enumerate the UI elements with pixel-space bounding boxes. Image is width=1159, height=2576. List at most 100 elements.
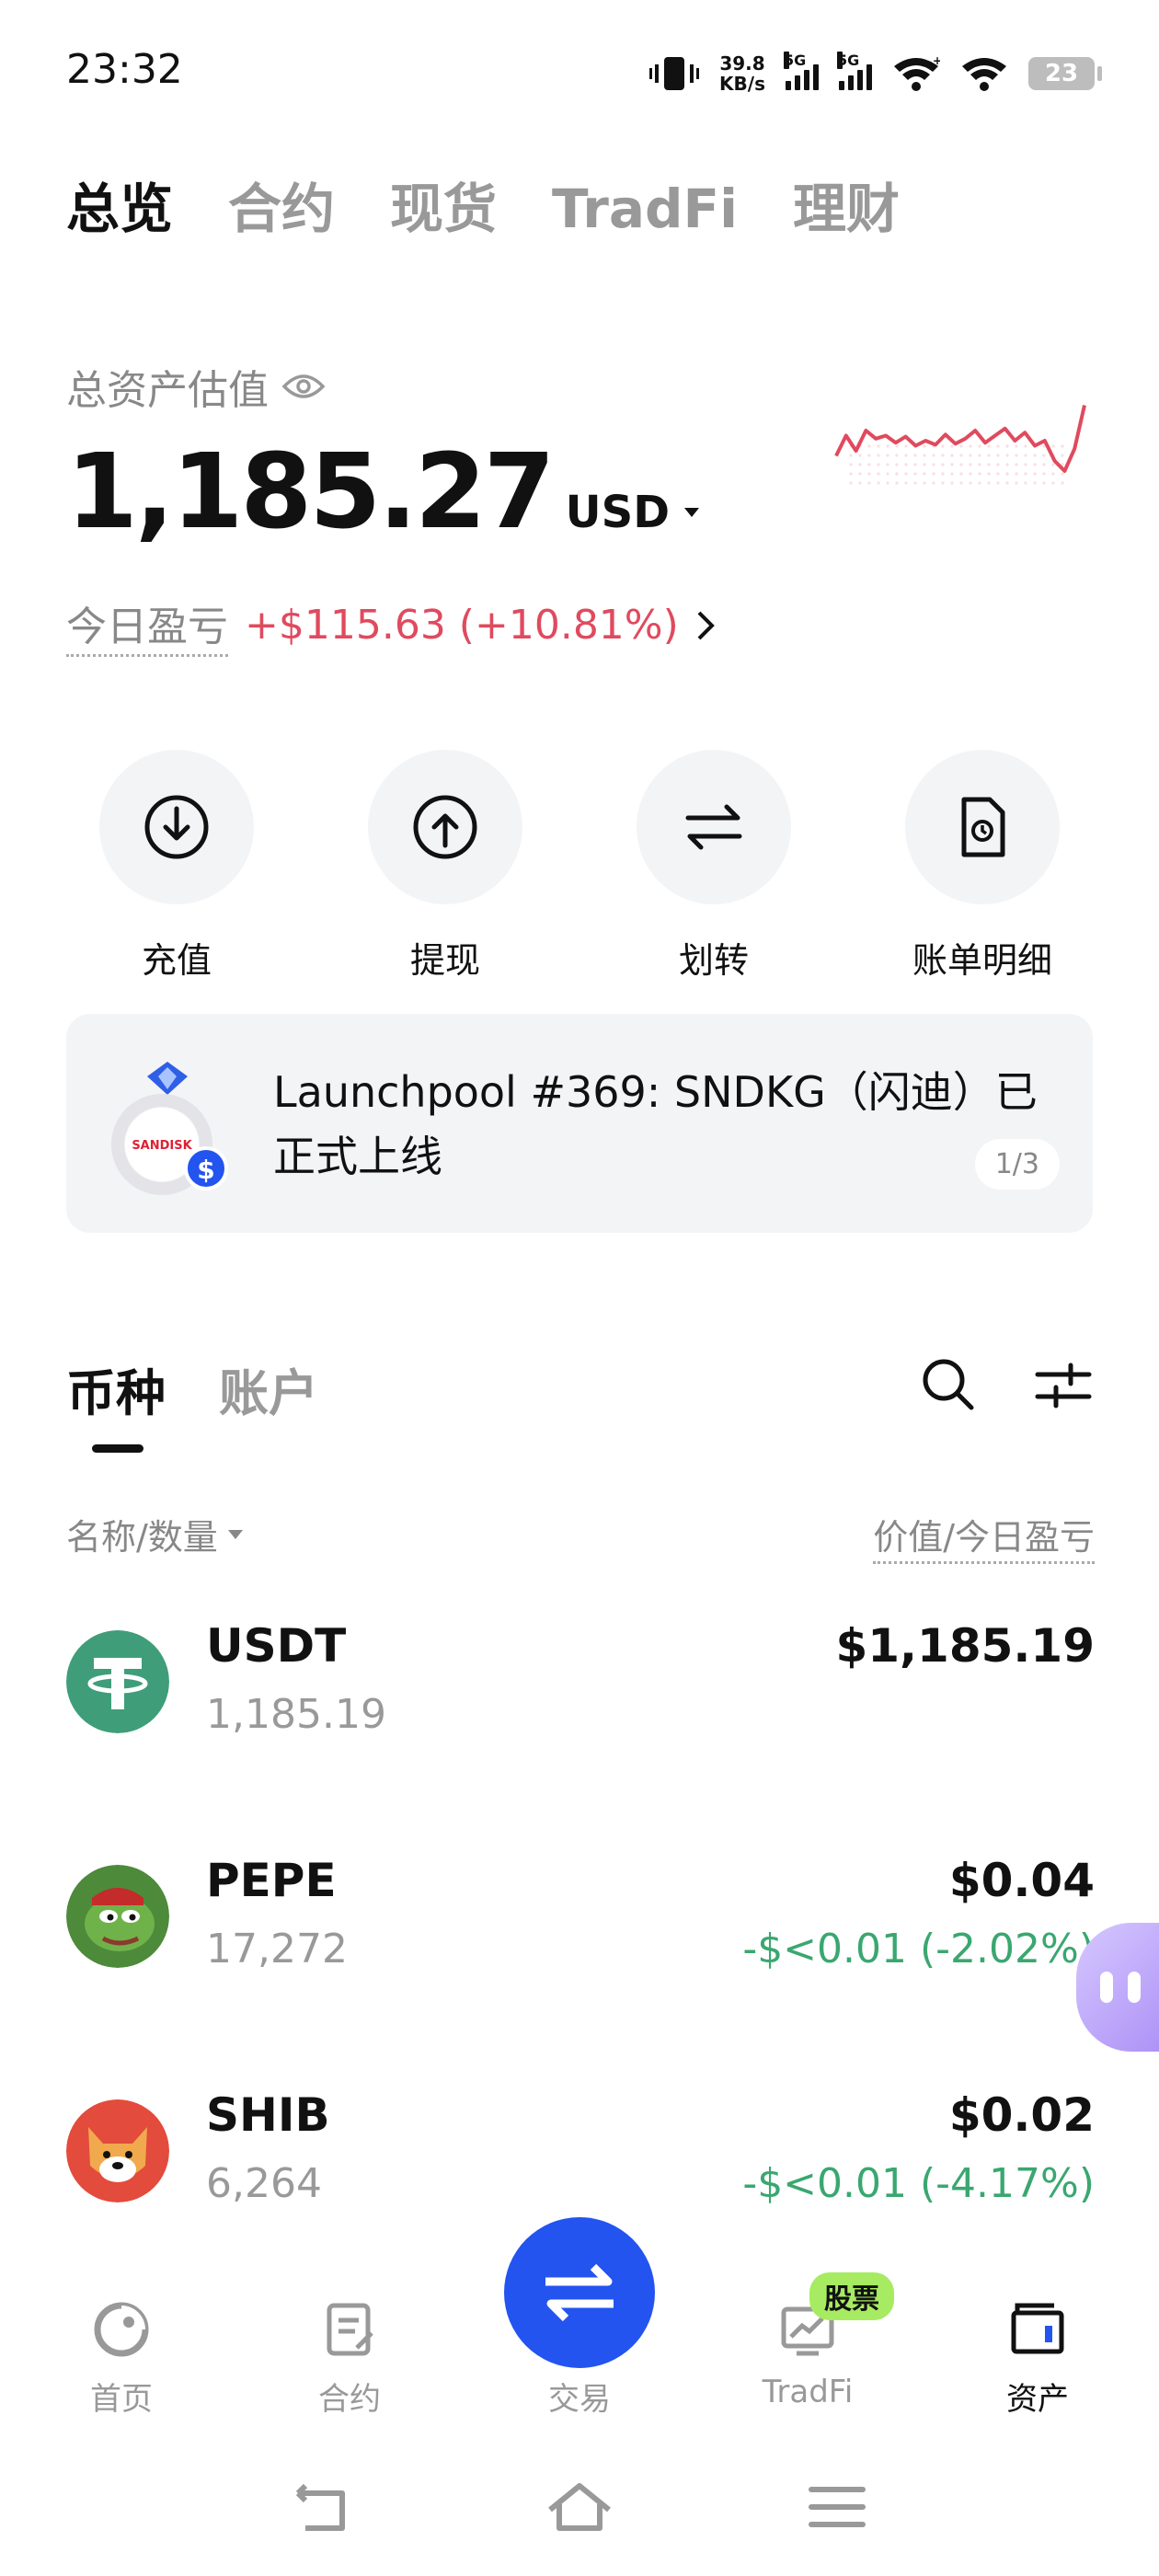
sparkline-dot [1024,481,1027,485]
filter-icon[interactable] [1034,1356,1093,1415]
sparkline-dot [959,463,963,466]
signal-sim1-icon: 5G [784,52,819,90]
sparkline-dot [858,481,862,485]
today-pnl-row[interactable]: 今日盈亏 +$115.63 (+10.81%) [66,593,716,657]
eye-icon[interactable] [281,372,326,401]
sparkline-dot [904,463,908,466]
sparkline-dot [969,472,972,476]
sparkline-dot [932,472,935,476]
sparkline-dot [877,472,880,476]
usdt-logo-icon [66,1630,169,1733]
asset-sparkline[interactable] [832,396,1090,506]
sparkline-dot [1024,463,1027,466]
banner-pager: 1/3 [974,1139,1060,1190]
coin-change: -$<0.01 (-2.02%) [742,1926,1095,1972]
tab-accounts[interactable]: 账户 [219,1352,318,1425]
home-gesture-icon[interactable] [543,2475,616,2539]
sparkline-dot [877,454,880,457]
bill-details-button[interactable]: 账单明细 [872,750,1093,983]
signal-sim2-icon: 5G [837,52,872,90]
tab-earn[interactable]: 理财 [793,166,900,243]
status-time: 23:32 [66,46,183,93]
holding-row-shib[interactable]: SHIB 6,264 $0.02 -$<0.01 (-4.17%) [66,2088,1095,2226]
caret-down-icon [227,1529,243,1539]
sparkline-dot [941,481,945,485]
coin-name: SHIB [206,2088,330,2142]
sparkline-dot [1033,472,1037,476]
sparkline-dot [959,472,963,476]
tab-overview[interactable]: 总览 [66,166,173,243]
sparkline-dot [959,454,963,457]
holding-row-usdt[interactable]: USDT 1,185.19 $1,185.19 [66,1619,1095,1757]
search-icon[interactable] [916,1352,981,1417]
coin-value: $1,185.19 [835,1619,1095,1673]
transfer-label: 划转 [678,940,749,981]
currency-select[interactable]: USD [566,487,701,538]
sort-name-quantity[interactable]: 名称/数量 [66,1509,244,1559]
sparkline-dot [978,472,981,476]
back-icon[interactable] [285,2475,359,2539]
sparkline-dot [923,472,926,476]
sparkline-dot [1024,444,1027,448]
sparkline-dot [959,444,963,448]
tab-coins[interactable]: 币种 [66,1352,166,1453]
pnl-value: +$115.63 (+10.81%) [245,602,679,649]
sparkline-dot [1061,454,1064,457]
pepe-logo-icon [66,1865,169,1968]
sparkline-dot [849,463,853,466]
withdraw-button[interactable]: 提现 [335,750,556,983]
sparkline-dot [987,463,991,466]
sparkline-dot [996,444,1000,448]
chevron-right-icon [697,611,715,639]
sparkline-dot [987,454,991,457]
launchpool-banner[interactable]: SANDISK $ Launchpool #369: SNDKG（闪迪）已正式上… [66,1014,1093,1233]
sparkline-dot [996,463,1000,466]
tab-tradfi[interactable]: TradFi [552,178,738,240]
menu-icon[interactable] [800,2475,874,2539]
sparkline-dot [886,463,889,466]
sparkline-dot [895,444,899,448]
coin-change: -$<0.01 (-4.17%) [742,2160,1095,2207]
wifi-icon [962,58,1006,91]
trade-label: 交易 [548,2381,611,2418]
sparkline-dot [886,444,889,448]
sparkline-dot [886,481,889,485]
deposit-button[interactable]: 充值 [66,750,287,983]
sparkline-dot [904,454,908,457]
sparkline-dot [895,463,899,466]
sparkline-dot [1033,454,1037,457]
sparkline-dot [950,444,954,448]
sparkline-dot [996,481,1000,485]
tab-contract[interactable]: 合约 [228,166,335,243]
caret-down-icon [684,508,700,517]
sparkline-dot [895,454,899,457]
floating-assistant-button[interactable] [1076,1923,1159,2052]
transfer-button[interactable]: 划转 [603,750,824,983]
tab-spot[interactable]: 现货 [390,166,497,243]
sparkline-dot [932,481,935,485]
contract-icon [327,2303,373,2356]
coin-tabs: 币种 账户 [66,1352,318,1453]
sparkline-dot [1005,481,1009,485]
nav-assets[interactable]: 资产 [964,2300,1111,2419]
sparkline-dot [923,444,926,448]
sparkline-dot [867,444,871,448]
coin-name: PEPE [206,1854,337,1907]
withdraw-icon [413,795,477,859]
coin-quantity: 1,185.19 [206,1691,386,1738]
holding-row-pepe[interactable]: PEPE 17,272 $0.04 -$<0.01 (-2.02%) [66,1854,1095,1992]
sparkline-dot [978,444,981,448]
nav-home[interactable]: 首页 [48,2300,195,2419]
nav-contract[interactable]: 合约 [276,2300,423,2419]
trade-button[interactable] [504,2217,655,2368]
sort-value-pnl[interactable]: 价值/今日盈亏 [873,1509,1095,1564]
sparkline-dot [886,454,889,457]
sparkline-dot [1051,472,1055,476]
sparkline-dot [1051,481,1055,485]
coin-value: $0.04 [948,1854,1095,1907]
top-tabs: 总览 合约 现货 TradFi 理财 [66,166,900,243]
sparkline-dot [1005,444,1009,448]
bottom-nav: 首页 合约 交易 TradFi 股票 资产 [0,2217,1159,2438]
sparkline-dot [941,472,945,476]
sparkline-dot [1061,444,1064,448]
